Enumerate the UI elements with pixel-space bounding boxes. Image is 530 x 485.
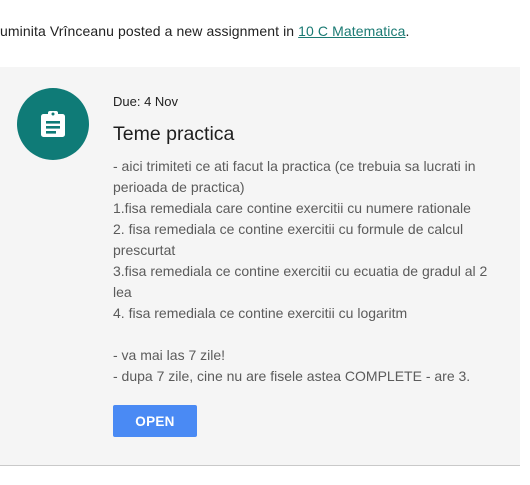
- description-line: 3.fisa remediala ce contine exercitii cu…: [113, 263, 488, 279]
- description-line: - aici trimiteti ce ati facut la practic…: [113, 158, 476, 174]
- description-line: 4. fisa remediala ce contine exercitii c…: [113, 305, 408, 321]
- class-link[interactable]: 10 C Matematica: [298, 23, 405, 39]
- description-line: lea: [113, 284, 132, 300]
- open-button[interactable]: OPEN: [113, 405, 197, 437]
- notice-suffix: .: [405, 23, 410, 39]
- assignment-title[interactable]: Teme practica: [113, 123, 234, 146]
- notice-text: posted a new assignment in: [114, 23, 299, 39]
- author-name: uminita Vrînceanu: [0, 23, 115, 39]
- description-line: 1.fisa remediala care contine exercitii …: [113, 200, 471, 216]
- description-line: prescurtat: [113, 242, 176, 258]
- description-line: - va mai las 7 zile!: [113, 347, 226, 363]
- classroom-stream: uminita Vrînceanu posted a new assignmen…: [0, 0, 530, 485]
- description-line: - dupa 7 zile, cine nu are fisele astea …: [113, 368, 471, 384]
- assignment-notice: uminita Vrînceanu posted a new assignmen…: [0, 23, 410, 39]
- description-line: 2. fisa remediala ce contine exercitii c…: [113, 221, 464, 237]
- description-line: [113, 324, 508, 345]
- due-date: Due: 4 Nov: [113, 94, 179, 109]
- assignment-card: Due: 4 Nov Teme practica - aici trimitet…: [0, 67, 520, 466]
- assignment-clipboard-icon: [41, 111, 65, 137]
- assignment-avatar: [17, 88, 89, 160]
- description-line: perioada de practica): [113, 179, 245, 195]
- assignment-description: - aici trimiteti ce ati facut la practic…: [113, 156, 508, 387]
